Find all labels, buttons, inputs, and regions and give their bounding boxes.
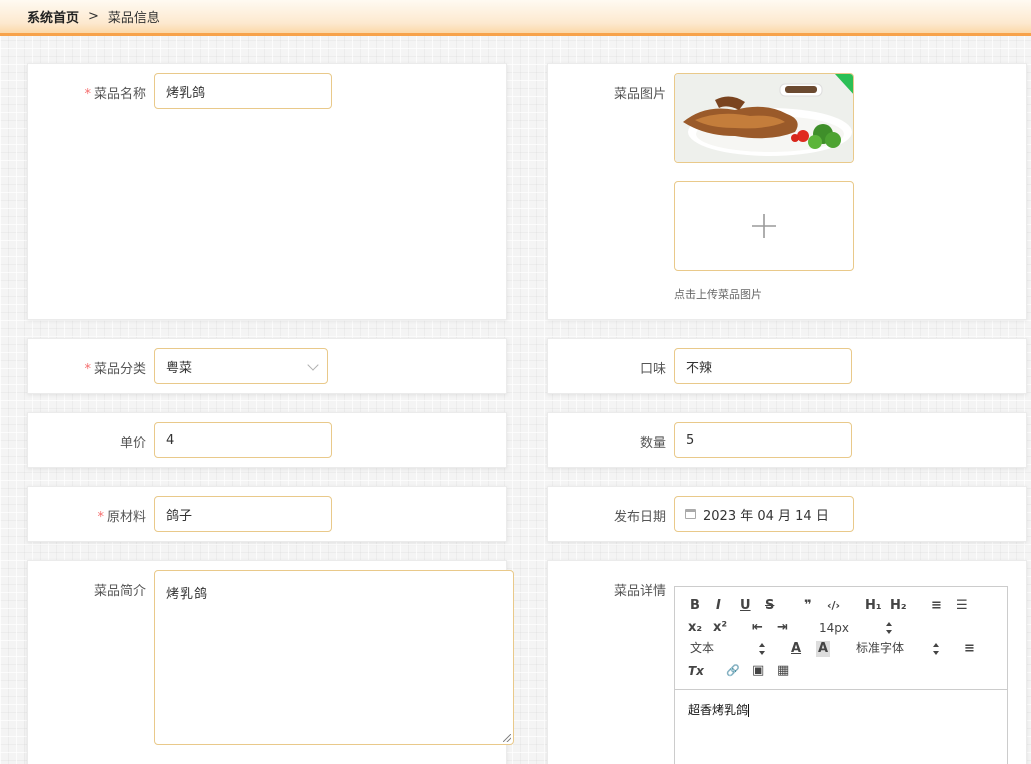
- upload-tip: 点击上传菜品图片: [674, 288, 762, 301]
- price-input[interactable]: 4: [154, 422, 332, 458]
- bold-button[interactable]: B: [690, 598, 700, 614]
- resize-handle[interactable]: [503, 734, 511, 742]
- intro-textarea[interactable]: 烤乳鸽: [154, 570, 514, 745]
- breadcrumb-separator: >: [88, 9, 99, 24]
- ingredients-input[interactable]: 鸽子: [154, 496, 332, 532]
- rich-text-editor: B I U S ❞ ‹/› H₁ H₂ ≡ ☰ x₂ x² ⇤ ⇥ 14px 文…: [674, 586, 1008, 764]
- publish-date-picker[interactable]: 2023 年 04 月 14 日: [674, 496, 854, 532]
- dish-image[interactable]: [674, 73, 854, 163]
- ingredients-label: * 原材料: [26, 506, 146, 525]
- name-input[interactable]: 烤乳鸽: [154, 73, 332, 109]
- quantity-label: 数量: [639, 436, 666, 451]
- taste-label: 口味: [639, 362, 666, 377]
- required-mark: *: [84, 87, 91, 102]
- subscript-button[interactable]: x₂: [688, 620, 702, 636]
- breadcrumb-current: 菜品信息: [107, 11, 160, 26]
- text-caret: [748, 704, 750, 717]
- align-button[interactable]: ≡: [964, 641, 975, 657]
- taste-input[interactable]: 不辣: [674, 348, 852, 384]
- video-button[interactable]: ▦: [777, 663, 789, 679]
- strike-button[interactable]: S: [765, 598, 774, 614]
- chevron-down-icon: [307, 359, 319, 371]
- image-label: 菜品图片: [613, 87, 666, 102]
- blockquote-button[interactable]: ❞: [804, 598, 812, 614]
- link-button[interactable]: 🔗: [726, 663, 740, 679]
- image-uploader[interactable]: [674, 181, 854, 271]
- calendar-icon: [685, 509, 696, 519]
- indent-button[interactable]: ⇥: [777, 620, 788, 636]
- plus-icon: [752, 214, 776, 238]
- editor-toolbar: B I U S ❞ ‹/› H₁ H₂ ≡ ☰ x₂ x² ⇤ ⇥ 14px 文…: [675, 587, 1007, 690]
- category-select[interactable]: 粤菜: [154, 348, 328, 384]
- intro-value: 烤乳鸽: [166, 587, 209, 602]
- detail-label: 菜品详情: [613, 584, 666, 599]
- ingredients-label-text: 原材料: [106, 510, 146, 525]
- font-size-select[interactable]: 14px: [819, 620, 849, 636]
- outdent-button[interactable]: ⇤: [752, 620, 763, 636]
- superscript-button[interactable]: x²: [713, 620, 727, 636]
- required-mark: *: [84, 362, 91, 377]
- category-label: * 菜品分类: [26, 358, 146, 377]
- price-label: 单价: [119, 436, 146, 451]
- clean-format-button[interactable]: Tx: [688, 663, 704, 679]
- category-label-text: 菜品分类: [93, 362, 146, 377]
- publish-date-label: 发布日期: [613, 510, 666, 525]
- quantity-input[interactable]: 5: [674, 422, 852, 458]
- header-2-button[interactable]: H₂: [890, 598, 907, 614]
- intro-label: 菜品简介: [93, 584, 146, 599]
- bullet-list-button[interactable]: ☰: [956, 598, 968, 614]
- detail-content: 超香烤乳鸽: [688, 703, 749, 717]
- code-block-button[interactable]: ‹/›: [827, 598, 840, 614]
- font-size-arrows-icon: [886, 622, 892, 634]
- ordered-list-button[interactable]: ≡: [931, 598, 942, 614]
- background-color-button[interactable]: A: [816, 641, 831, 657]
- font-color-button[interactable]: A: [791, 641, 801, 657]
- breadcrumb: 系统首页 > 菜品信息: [0, 0, 1031, 36]
- header-arrows-icon: [759, 643, 765, 655]
- image-button[interactable]: ▣: [752, 663, 764, 679]
- editor-content[interactable]: 超香烤乳鸽: [675, 690, 1007, 729]
- header-1-button[interactable]: H₁: [865, 598, 882, 614]
- italic-button[interactable]: I: [716, 598, 721, 614]
- category-value: 粤菜: [166, 360, 193, 376]
- font-family-select[interactable]: 标准字体: [856, 640, 904, 656]
- underline-button[interactable]: U: [740, 598, 751, 614]
- breadcrumb-home[interactable]: 系统首页: [27, 7, 79, 26]
- name-label: * 菜品名称: [26, 83, 146, 102]
- header-select[interactable]: 文本: [690, 640, 714, 656]
- required-mark: *: [97, 510, 104, 525]
- name-label-text: 菜品名称: [93, 87, 146, 102]
- publish-date-value: 2023 年 04 月 14 日: [703, 508, 829, 524]
- font-family-arrows-icon: [933, 643, 939, 655]
